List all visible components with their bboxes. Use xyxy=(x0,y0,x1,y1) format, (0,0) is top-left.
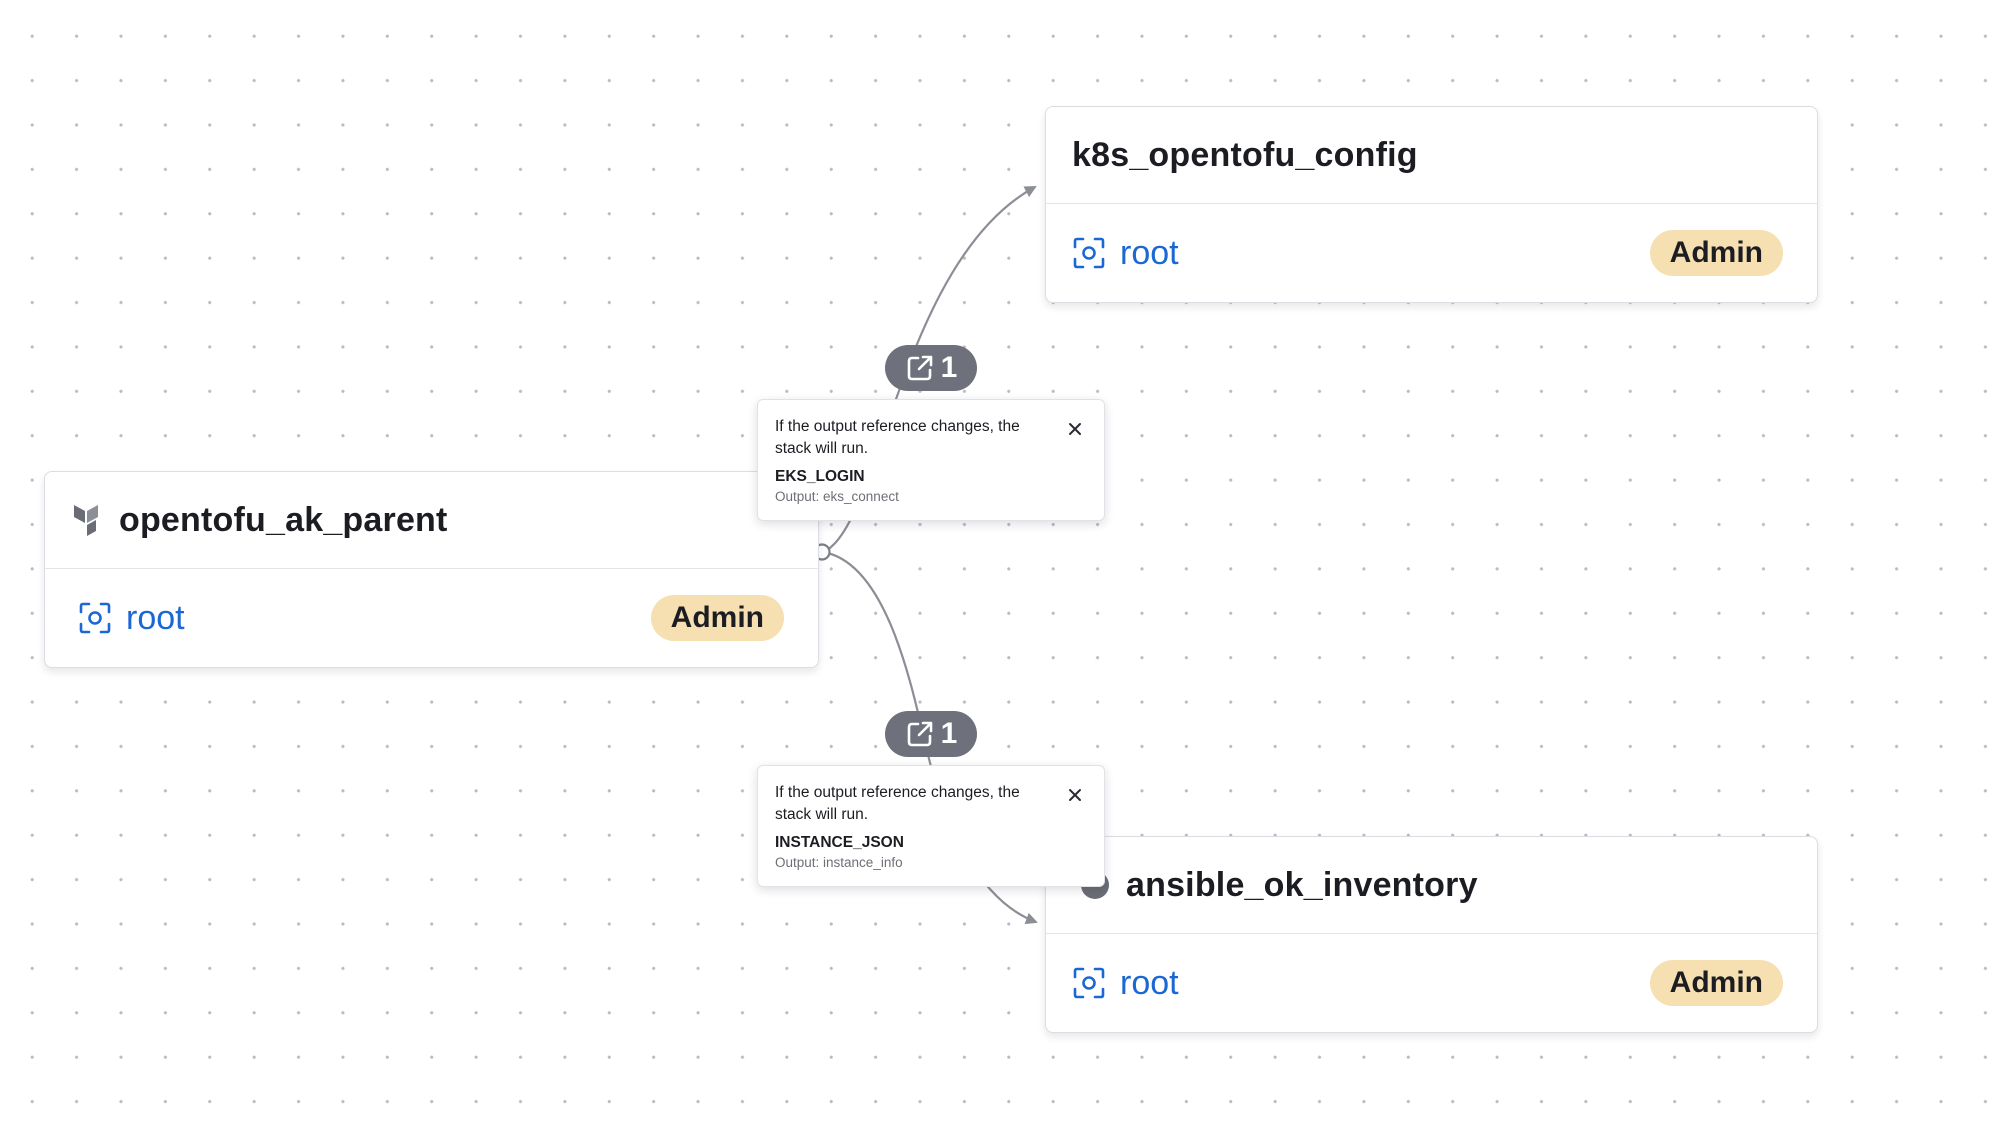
external-link-icon xyxy=(905,719,935,749)
node-header: opentofu_ak_parent xyxy=(45,472,818,569)
stack-name[interactable]: opentofu_ak_parent xyxy=(119,501,448,540)
popover-description: If the output reference changes, the sta… xyxy=(775,418,1020,457)
reference-name: EKS_LOGIN xyxy=(775,468,865,485)
node-header: ansible_ok_inventory xyxy=(1046,837,1817,934)
external-link-icon xyxy=(905,353,935,383)
space-link[interactable]: root xyxy=(78,599,185,638)
node-body: root Admin xyxy=(45,569,818,667)
close-icon[interactable] xyxy=(1066,786,1084,804)
stack-name[interactable]: ansible_ok_inventory xyxy=(1126,866,1478,905)
node-body: root Admin xyxy=(1046,204,1817,302)
terraform-icon xyxy=(71,503,105,537)
stack-node-opentofu-ak-parent[interactable]: opentofu_ak_parent root Admin xyxy=(44,471,819,668)
space-link[interactable]: root xyxy=(1072,964,1179,1003)
reference-popover: If the output reference changes, the sta… xyxy=(757,765,1105,887)
stack-node-ansible-ok-inventory[interactable]: ansible_ok_inventory root Admin xyxy=(1045,836,1818,1033)
role-badge: Admin xyxy=(1649,230,1783,276)
reference-popover: If the output reference changes, the sta… xyxy=(757,399,1105,521)
space-name: root xyxy=(1120,233,1179,272)
reference-output: Output: instance_info xyxy=(775,855,903,870)
stack-node-k8s-opentofu-config[interactable]: k8s_opentofu_config root Admin xyxy=(1045,106,1818,303)
space-name: root xyxy=(1120,963,1179,1002)
popover-description: If the output reference changes, the sta… xyxy=(775,784,1020,823)
space-name: root xyxy=(126,598,185,637)
node-header: k8s_opentofu_config xyxy=(1046,107,1817,204)
reference-count: 1 xyxy=(940,351,958,384)
reference-name: INSTANCE_JSON xyxy=(775,834,904,851)
role-badge: Admin xyxy=(1649,960,1783,1006)
stack-name[interactable]: k8s_opentofu_config xyxy=(1072,136,1418,175)
space-icon xyxy=(78,601,112,635)
space-icon xyxy=(1072,236,1106,270)
reference-output: Output: eks_connect xyxy=(775,489,899,504)
node-body: root Admin xyxy=(1046,934,1817,1032)
close-icon[interactable] xyxy=(1066,420,1084,438)
output-reference-pill[interactable]: 1 xyxy=(885,345,977,391)
role-badge: Admin xyxy=(650,595,784,641)
output-reference-pill[interactable]: 1 xyxy=(885,711,977,757)
space-icon xyxy=(1072,966,1106,1000)
reference-count: 1 xyxy=(940,717,958,750)
space-link[interactable]: root xyxy=(1072,234,1179,273)
